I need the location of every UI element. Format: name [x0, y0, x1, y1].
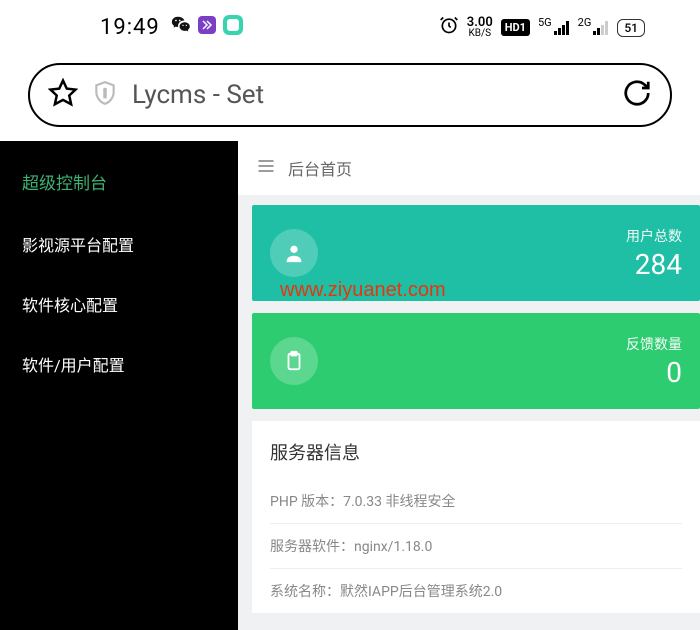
app-icon-green	[222, 14, 244, 41]
clipboard-icon	[270, 337, 318, 385]
status-time: 19:49	[100, 15, 160, 40]
app-icon-purple	[198, 16, 216, 39]
stat-value: 0	[626, 356, 682, 389]
main-header: 后台首页	[238, 141, 700, 195]
url-bar-container: Lycms - Set	[0, 55, 700, 141]
url-bar[interactable]: Lycms - Set	[28, 63, 672, 127]
stat-value: 284	[626, 248, 682, 281]
sidebar-item-video-config[interactable]: 影视源平台配置	[0, 214, 238, 274]
stat-right: 用户总数 284	[626, 226, 682, 281]
info-row: 系统名称：默然IAPP后台管理系统2.0	[270, 569, 682, 613]
status-left: 19:49	[100, 14, 244, 41]
page-title: 后台首页	[288, 156, 352, 180]
status-bar: 19:49 3.00 KB/S HD1 5G 2G	[0, 0, 700, 55]
user-icon	[270, 229, 318, 277]
url-text[interactable]: Lycms - Set	[132, 80, 608, 110]
menu-icon[interactable]	[256, 156, 276, 180]
alarm-icon	[439, 15, 459, 40]
server-info-panel: 服务器信息 PHP 版本：7.0.33 非线程安全 服务器软件：nginx/1.…	[252, 421, 700, 613]
info-row: PHP 版本：7.0.33 非线程安全	[270, 479, 682, 524]
wechat-icon	[170, 14, 192, 41]
hd-badge: HD1	[501, 19, 530, 36]
stat-card-feedback[interactable]: 反馈数量 0	[252, 313, 700, 409]
info-row: 服务器软件：nginx/1.18.0	[270, 524, 682, 569]
star-icon[interactable]	[48, 78, 78, 112]
status-app-icons	[170, 14, 244, 41]
signal-2g: 2G	[578, 21, 610, 35]
battery-indicator: 51	[617, 19, 645, 37]
network-speed: 3.00 KB/S	[467, 16, 493, 39]
stat-right: 反馈数量 0	[626, 334, 682, 389]
main-content: 后台首页 用户总数 284 反馈数量 0	[238, 141, 700, 630]
sidebar-title: 超级控制台	[0, 159, 238, 214]
shield-icon[interactable]	[92, 80, 118, 110]
stat-card-users[interactable]: 用户总数 284	[252, 205, 700, 301]
info-title: 服务器信息	[270, 439, 682, 465]
sidebar-item-core-config[interactable]: 软件核心配置	[0, 274, 238, 334]
refresh-icon[interactable]	[622, 78, 652, 112]
stat-cards: 用户总数 284 反馈数量 0 服务器信息 PHP 版本：7.0.33 非线程安…	[238, 195, 700, 613]
app-area: 超级控制台 影视源平台配置 软件核心配置 软件/用户配置 后台首页 用户总数 2…	[0, 141, 700, 630]
sidebar-item-user-config[interactable]: 软件/用户配置	[0, 334, 238, 394]
sidebar: 超级控制台 影视源平台配置 软件核心配置 软件/用户配置	[0, 141, 238, 630]
stat-label: 反馈数量	[626, 334, 682, 354]
status-right: 3.00 KB/S HD1 5G 2G 51	[439, 15, 645, 40]
signal-5g: 5G	[538, 21, 570, 35]
stat-label: 用户总数	[626, 226, 682, 246]
